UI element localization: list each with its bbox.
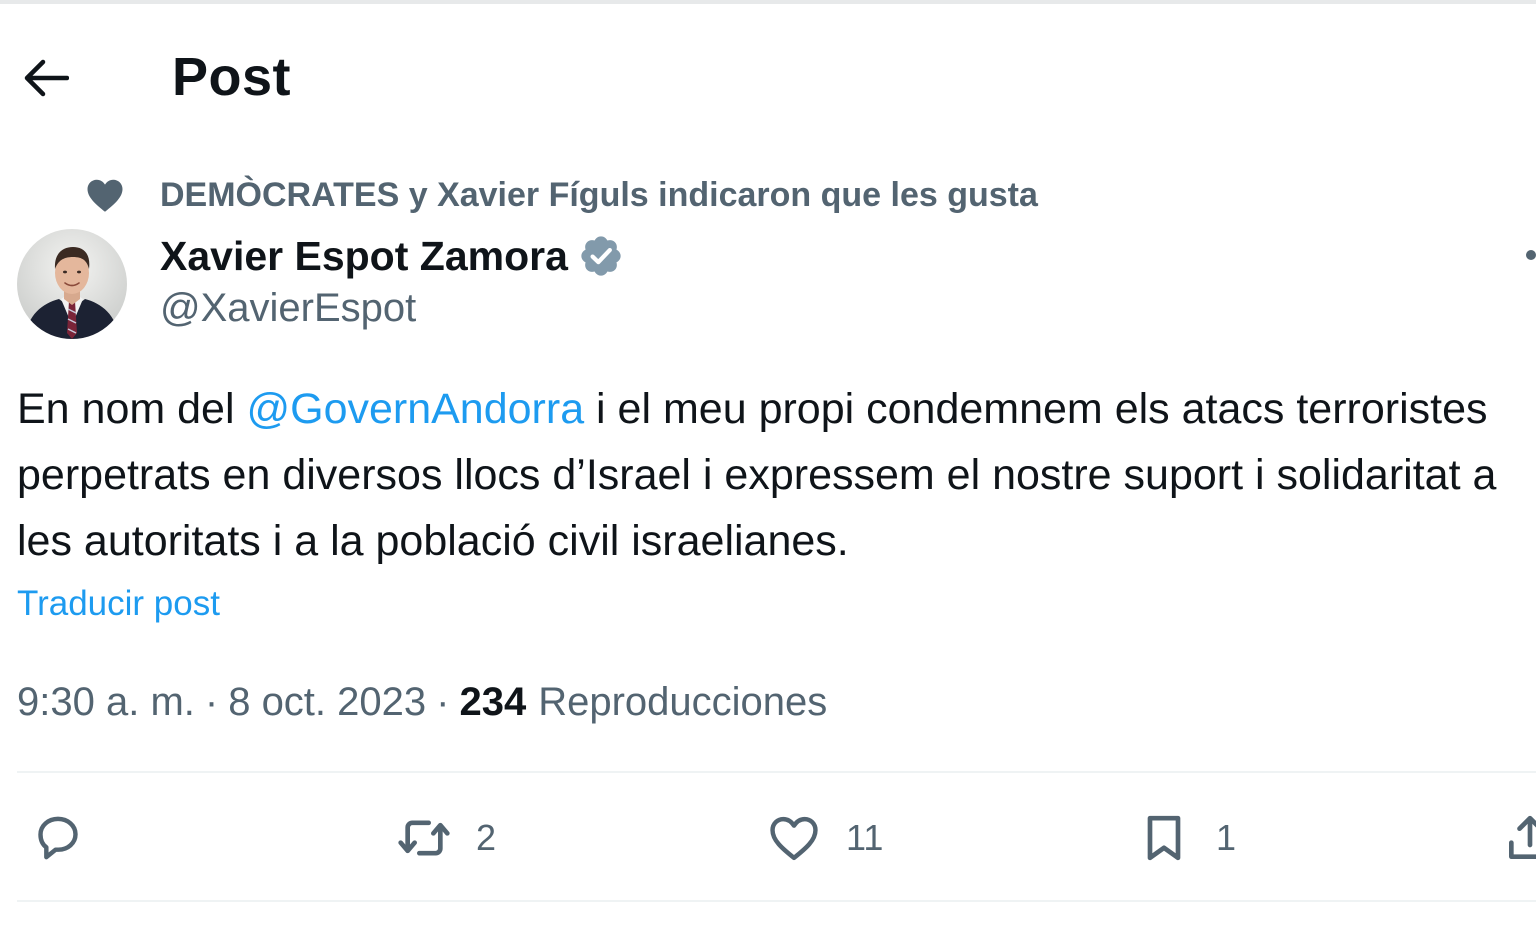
avatar-image [17, 229, 127, 339]
mention-link[interactable]: @GovernAndorra [246, 385, 584, 433]
more-options-icon[interactable] [1526, 250, 1536, 260]
social-context[interactable]: DEMÒCRATES y Xavier Fíguls indicaron que… [84, 172, 1038, 218]
back-button[interactable] [20, 54, 72, 102]
divider [17, 900, 1536, 902]
verified-badge-icon [581, 236, 621, 276]
post-meta: 9:30 a. m. · 8 oct. 2023 · 234 Reproducc… [17, 676, 827, 728]
reply-button[interactable] [30, 806, 110, 870]
bookmark-button[interactable]: 1 [1136, 806, 1236, 870]
post-date[interactable]: 8 oct. 2023 [228, 680, 426, 725]
arrow-left-icon [24, 59, 69, 97]
post-text-lead: En nom del [17, 385, 247, 433]
meta-separator: · [436, 679, 450, 724]
views-label: Reproducciones [538, 679, 828, 724]
share-icon [1509, 815, 1536, 859]
repost-count: 2 [476, 817, 497, 858]
heart-filled-icon [87, 179, 123, 212]
share-button[interactable] [1502, 806, 1536, 870]
meta-separator: · [204, 679, 219, 724]
author-handle[interactable]: @XavierEspot [160, 286, 416, 331]
post-text: En nom del @GovernAndorra i el meu propi… [17, 376, 1517, 574]
author-name-row: Xavier Espot Zamora [160, 229, 624, 283]
like-button[interactable]: 11 [766, 806, 883, 870]
like-count: 11 [846, 817, 884, 858]
avatar[interactable] [17, 229, 127, 339]
repost-button[interactable]: 2 [396, 806, 496, 870]
top-border [0, 0, 1536, 4]
page-title: Post [172, 47, 292, 107]
reply-icon [38, 816, 78, 860]
bookmark-icon [1147, 815, 1181, 861]
bookmark-count: 1 [1216, 817, 1237, 858]
views-count: 234 [459, 679, 527, 724]
repost-icon [398, 820, 450, 856]
post-time[interactable]: 9:30 a. m. [17, 680, 195, 725]
translate-post-link[interactable]: Traducir post [17, 584, 220, 624]
post-page: Post DEMÒCRATES y Xavier Fíguls indicaro… [0, 0, 1536, 947]
divider [17, 771, 1536, 773]
author-name[interactable]: Xavier Espot Zamora [160, 233, 568, 280]
social-context-text: DEMÒCRATES y Xavier Fíguls indicaron que… [160, 175, 1038, 214]
heart-icon [770, 816, 818, 861]
